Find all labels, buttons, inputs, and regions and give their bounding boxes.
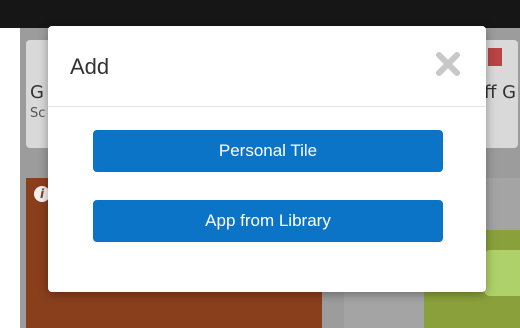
dialog-title: Add bbox=[70, 54, 110, 79]
personal-tile-button[interactable]: Personal Tile bbox=[93, 130, 443, 172]
close-icon[interactable] bbox=[434, 50, 462, 78]
bookmark-icon bbox=[488, 48, 502, 66]
app-thumbnail-shape bbox=[484, 250, 520, 296]
background-tile-subtitle: Sc bbox=[30, 106, 46, 121]
app-from-library-button[interactable]: App from Library bbox=[93, 200, 443, 242]
add-dialog: Add Personal Tile App from Library bbox=[48, 26, 486, 292]
background-tile-title-right: ff G bbox=[484, 82, 517, 103]
top-bar bbox=[0, 0, 520, 28]
background-tile-title: G bbox=[30, 82, 44, 103]
dialog-divider bbox=[48, 106, 486, 107]
